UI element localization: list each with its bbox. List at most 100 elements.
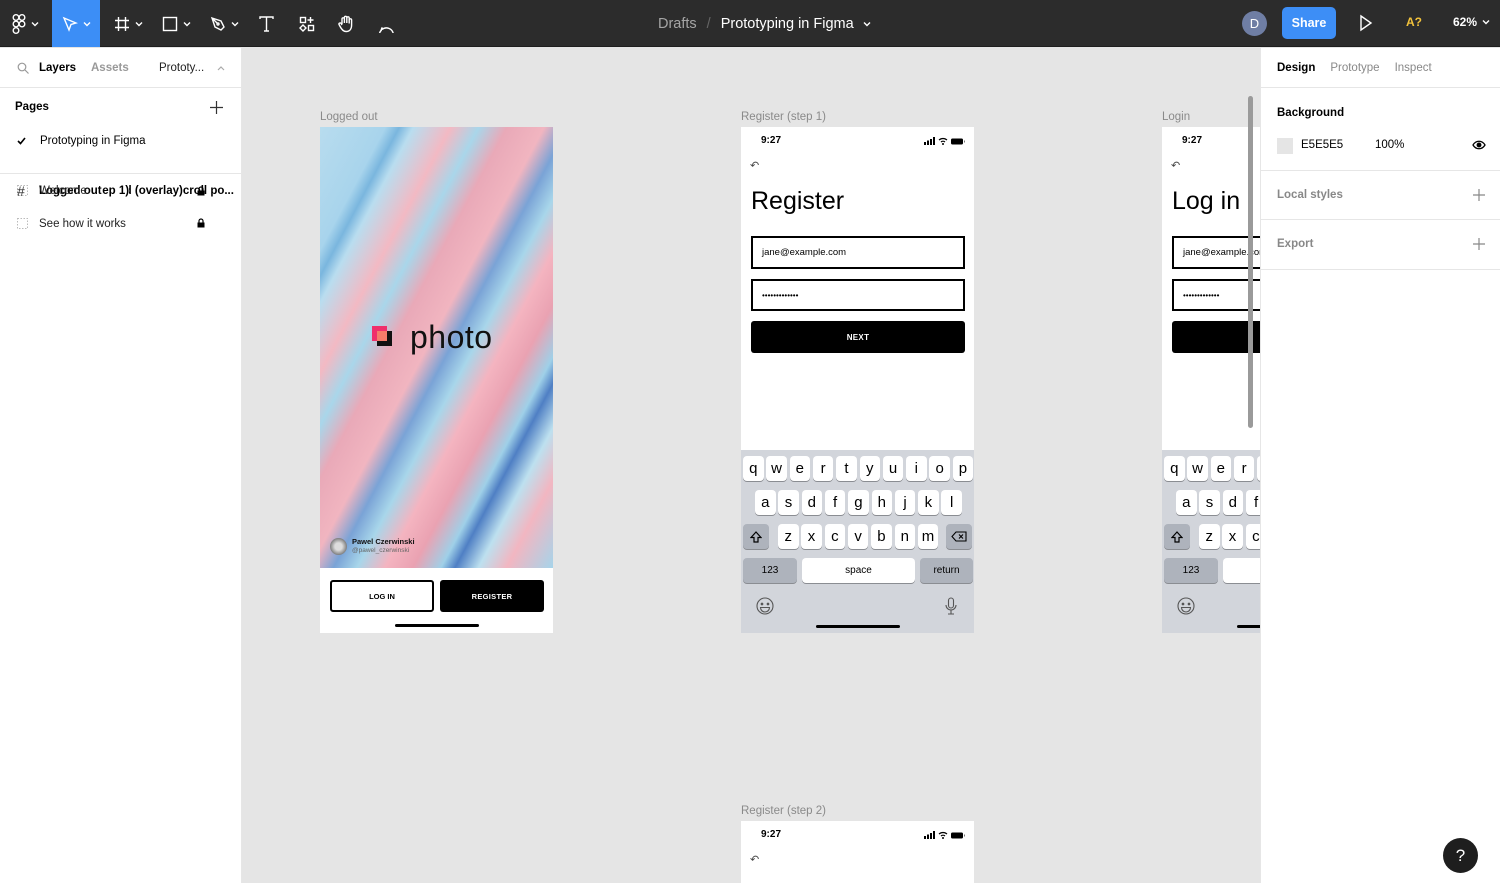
user-avatar[interactable]: D — [1242, 11, 1267, 36]
keyboard-key[interactable]: r — [1233, 456, 1255, 481]
frame-register-step-2[interactable]: 9:27 ↶ — [741, 821, 974, 883]
shift-key[interactable] — [743, 524, 769, 549]
numbers-key[interactable]: 123 — [743, 558, 797, 583]
keyboard-key[interactable]: x — [801, 524, 822, 549]
keyboard-key[interactable]: f — [1245, 490, 1260, 515]
back-icon[interactable]: ↶ — [1171, 159, 1180, 172]
keyboard-key[interactable]: z — [1199, 524, 1220, 549]
page-item-current[interactable]: Prototyping in Figma — [0, 126, 241, 174]
keyboard-key[interactable]: a — [1176, 490, 1197, 515]
breadcrumb-drafts[interactable]: Drafts — [658, 16, 697, 32]
frame-logged-out[interactable]: photo Pawel Czerwinski @pawel_czerwinski… — [320, 127, 553, 633]
keyboard-key[interactable]: e — [1210, 456, 1232, 481]
chevron-up-icon[interactable] — [217, 65, 225, 71]
delete-key[interactable] — [946, 524, 972, 549]
space-key[interactable]: space — [802, 558, 915, 583]
keyboard-key[interactable]: t — [836, 456, 857, 481]
zoom-dropdown[interactable]: 62% — [1453, 15, 1490, 29]
keyboard-key[interactable]: b — [871, 524, 892, 549]
keyboard-key[interactable]: n — [894, 524, 915, 549]
layer-item[interactable]: Welcome — [0, 175, 241, 207]
keyboard-key[interactable]: v — [847, 524, 869, 549]
keyboard-key[interactable]: o — [929, 456, 950, 481]
frame-label-login[interactable]: Login — [1162, 111, 1190, 123]
keyboard-key[interactable]: p — [952, 456, 974, 481]
keyboard-key[interactable]: h — [871, 490, 892, 515]
login-submit-button[interactable] — [1172, 321, 1260, 353]
space-key[interactable]: space — [1223, 558, 1260, 583]
keyboard-key[interactable]: y — [859, 456, 880, 481]
add-page-icon[interactable] — [210, 100, 223, 114]
next-button[interactable]: NEXT — [751, 321, 965, 353]
shape-tool-button[interactable] — [156, 0, 196, 47]
tab-prototype[interactable]: Prototype — [1330, 62, 1379, 74]
keyboard-key[interactable]: d — [801, 490, 823, 515]
keyboard-key[interactable]: r — [812, 456, 834, 481]
share-button[interactable]: Share — [1282, 7, 1336, 39]
present-button[interactable] — [1358, 14, 1374, 37]
lock-icon[interactable] — [197, 186, 205, 196]
text-tool-button[interactable] — [254, 0, 278, 47]
page-dropdown[interactable]: Prototy... — [159, 62, 204, 74]
back-icon[interactable]: ↶ — [750, 159, 759, 172]
keyboard-key[interactable]: z — [778, 524, 799, 549]
comment-tool-button[interactable] — [375, 0, 399, 47]
chevron-down-icon[interactable] — [863, 20, 871, 28]
keyboard-key[interactable]: f — [824, 490, 846, 515]
search-icon[interactable] — [17, 62, 29, 74]
emoji-icon[interactable] — [1177, 597, 1195, 620]
add-style-icon[interactable] — [1473, 189, 1485, 201]
keyboard-key[interactable]: q — [1164, 456, 1185, 481]
file-name[interactable]: Prototyping in Figma — [721, 16, 854, 32]
password-field[interactable]: ••••••••••••• — [1172, 279, 1260, 311]
emoji-icon[interactable] — [756, 597, 774, 620]
frame-tool-button[interactable] — [108, 0, 148, 47]
login-button[interactable]: LOG IN — [330, 580, 434, 612]
keyboard-key[interactable]: s — [1199, 490, 1220, 515]
keyboard-key[interactable]: q — [743, 456, 764, 481]
keyboard-key[interactable]: c — [1245, 524, 1260, 549]
tab-assets[interactable]: Assets — [91, 62, 129, 74]
keyboard-key[interactable]: g — [848, 490, 869, 515]
tab-design[interactable]: Design — [1277, 62, 1315, 74]
canvas-scrollbar[interactable] — [1248, 96, 1253, 428]
keyboard-key[interactable]: i — [906, 456, 927, 481]
resources-button[interactable] — [295, 0, 319, 47]
help-button[interactable]: ? — [1443, 838, 1478, 873]
frame-label-register-step-2[interactable]: Register (step 2) — [741, 805, 826, 817]
shift-key[interactable] — [1164, 524, 1190, 549]
keyboard-key[interactable]: d — [1222, 490, 1244, 515]
microphone-icon[interactable] — [945, 597, 957, 620]
hand-tool-button[interactable] — [334, 0, 358, 47]
keyboard-key[interactable]: w — [766, 456, 787, 481]
email-field[interactable]: jane@example.com — [751, 236, 965, 269]
keyboard-key[interactable]: x — [1222, 524, 1243, 549]
keyboard-key[interactable]: k — [918, 490, 939, 515]
keyboard-key[interactable]: m — [917, 524, 939, 549]
frame-label-register-step-1[interactable]: Register (step 1) — [741, 111, 826, 123]
keyboard-key[interactable]: j — [894, 490, 916, 515]
background-color-swatch[interactable] — [1277, 138, 1293, 154]
numbers-key[interactable]: 123 — [1164, 558, 1218, 583]
add-export-icon[interactable] — [1473, 238, 1485, 250]
accessibility-button[interactable]: A? — [1406, 15, 1422, 29]
frame-label-logged-out[interactable]: Logged out — [320, 111, 378, 123]
register-button[interactable]: REGISTER — [440, 580, 544, 612]
keyboard-key[interactable]: e — [789, 456, 811, 481]
keyboard-key[interactable]: a — [755, 490, 776, 515]
move-tool-button[interactable] — [52, 0, 100, 47]
keyboard-key[interactable]: c — [824, 524, 846, 549]
layer-item[interactable]: See how it works — [0, 207, 241, 239]
back-icon[interactable]: ↶ — [750, 853, 759, 866]
tab-inspect[interactable]: Inspect — [1395, 62, 1432, 74]
keyboard-key[interactable]: s — [778, 490, 799, 515]
return-key[interactable]: return — [920, 558, 973, 583]
frame-register-step-1[interactable]: 9:27 ↶ Register jane@example.com •••••••… — [741, 127, 974, 633]
lock-icon[interactable] — [197, 218, 205, 228]
figma-menu-button[interactable] — [0, 0, 50, 47]
frame-login[interactable]: 9:27 ↶ Log in jane@example.com •••••••••… — [1162, 127, 1260, 633]
pen-tool-button[interactable] — [204, 0, 244, 47]
keyboard-key[interactable]: w — [1187, 456, 1208, 481]
keyboard-key[interactable]: l — [941, 490, 962, 515]
keyboard-key[interactable]: u — [882, 456, 904, 481]
